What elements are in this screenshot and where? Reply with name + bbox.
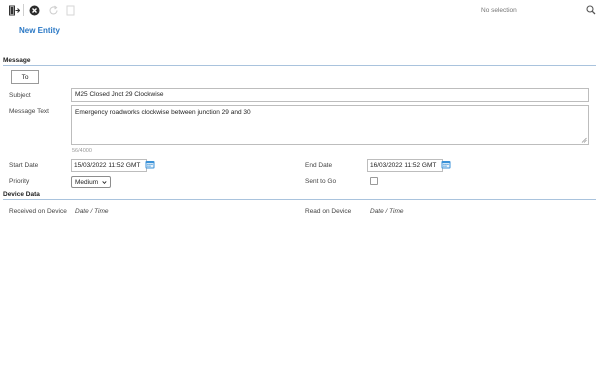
- priority-label: Priority: [9, 178, 30, 185]
- device-data-section-title: Device Data: [3, 191, 40, 198]
- exit-panel-icon: [8, 5, 20, 15]
- priority-value: Medium: [75, 178, 99, 186]
- start-date-value: 15/03/2022 11:52 GMT: [74, 162, 141, 169]
- received-on-device-value: Date / Time: [75, 208, 109, 215]
- calendar-icon[interactable]: [441, 160, 451, 169]
- message-section-divider: [3, 65, 596, 66]
- priority-select[interactable]: Medium: [71, 176, 111, 188]
- subject-value: M25 Closed Jnct 29 Clockwise: [75, 91, 164, 98]
- subject-field[interactable]: M25 Closed Jnct 29 Clockwise: [71, 88, 589, 102]
- refresh-button[interactable]: [47, 4, 59, 16]
- resize-grip-icon[interactable]: [581, 137, 587, 143]
- save-button[interactable]: [64, 4, 76, 16]
- sent-to-go-label: Sent to Go: [305, 178, 337, 185]
- read-on-device-label: Read on Device: [305, 208, 352, 215]
- search-icon[interactable]: [586, 5, 596, 15]
- character-count: 56/4000: [72, 148, 92, 154]
- toolbar-separator: [23, 4, 24, 16]
- to-button[interactable]: To: [11, 70, 39, 84]
- message-text-label: Message Text: [9, 108, 49, 115]
- page-title: New Entity: [19, 26, 60, 35]
- message-section-title: Message: [3, 57, 31, 64]
- subject-label: Subject: [9, 92, 31, 99]
- sent-to-go-checkbox[interactable]: [370, 177, 378, 185]
- start-date-field[interactable]: 15/03/2022 11:52 GMT: [71, 159, 147, 172]
- selection-search: [478, 3, 596, 17]
- end-date-field[interactable]: 16/03/2022 11:52 GMT: [367, 159, 443, 172]
- read-on-device-value: Date / Time: [370, 208, 404, 215]
- message-text-value: Emergency roadworks clockwise between ju…: [75, 109, 251, 116]
- cancel-circle-icon: [29, 5, 39, 15]
- start-date-label: Start Date: [9, 162, 39, 169]
- message-text-field[interactable]: Emergency roadworks clockwise between ju…: [71, 105, 589, 145]
- device-data-section-divider: [3, 199, 596, 200]
- end-date-value: 16/03/2022 11:52 GMT: [370, 162, 437, 169]
- calendar-icon[interactable]: [145, 160, 155, 169]
- cancel-button[interactable]: [28, 4, 40, 16]
- page-icon: [66, 5, 74, 15]
- selection-search-input[interactable]: [478, 3, 582, 17]
- end-date-label: End Date: [305, 162, 333, 169]
- close-panel-button[interactable]: [8, 4, 20, 16]
- chevron-down-icon: [102, 180, 107, 184]
- refresh-icon: [48, 5, 58, 14]
- toolbar: [0, 0, 600, 20]
- received-on-device-label: Received on Device: [9, 208, 67, 215]
